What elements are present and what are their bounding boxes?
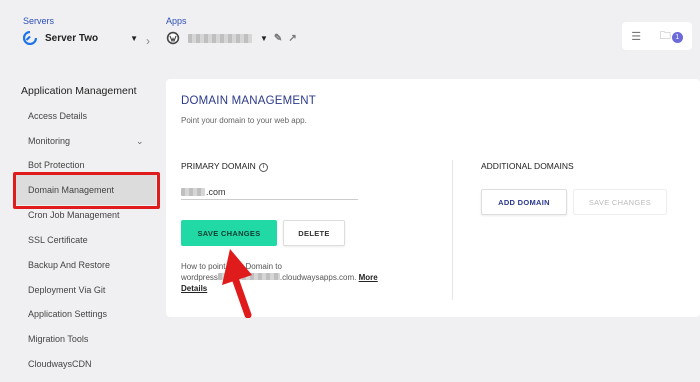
info-icon[interactable]: i	[258, 163, 268, 172]
sidebar-item-application-settings[interactable]: Application Settings	[28, 309, 107, 319]
server-selector[interactable]: Servers Server Two ▼	[23, 16, 138, 45]
sidebar-item-cloudwayscdn[interactable]: CloudwaysCDN	[28, 359, 92, 369]
add-domain-button[interactable]: ADD DOMAIN	[481, 189, 567, 215]
list-icon[interactable]: ☰	[631, 30, 641, 43]
folder-icon[interactable]: 🗀 1	[660, 27, 683, 46]
edit-icon[interactable]: ✎	[274, 33, 282, 44]
chevron-right-icon: ›	[146, 34, 150, 48]
sidebar-item-backup-and-restore[interactable]: Backup And Restore	[28, 260, 110, 270]
app-selector[interactable]: Apps ▼ ✎ ↗	[166, 16, 297, 45]
sidebar-item-deployment-via-git[interactable]: Deployment Via Git	[28, 285, 105, 295]
page-title: DOMAIN MANAGEMENT	[181, 95, 317, 107]
sidebar-item-cron-job-management[interactable]: Cron Job Management	[28, 210, 120, 220]
app-name-redacted	[188, 33, 252, 43]
annotation-highlight-box	[13, 172, 160, 209]
annotation-arrow-icon	[222, 249, 252, 318]
top-right-toolbar: ☰ 🗀 1	[622, 22, 692, 50]
caret-down-icon[interactable]: ▼	[130, 34, 138, 43]
servers-label: Servers	[23, 16, 55, 26]
domain-redacted	[181, 187, 205, 196]
page-subtitle: Point your domain to your web app.	[181, 116, 307, 125]
sidebar-item-bot-protection[interactable]: Bot Protection	[28, 160, 85, 170]
sidebar-item-monitoring[interactable]: Monitoring	[28, 136, 70, 146]
notification-badge: 1	[671, 31, 683, 43]
caret-down-icon[interactable]: ▼	[260, 34, 268, 43]
column-divider	[452, 160, 453, 300]
sidebar-item-ssl-certificate[interactable]: SSL Certificate	[28, 235, 88, 245]
save-changes-disabled-button: SAVE CHANGES	[573, 189, 667, 215]
server-logo-icon	[23, 31, 37, 45]
wordpress-icon	[166, 31, 180, 45]
domain-suffix: .com	[206, 186, 226, 197]
sidebar-item-migration-tools[interactable]: Migration Tools	[28, 334, 88, 344]
sidebar-item-access-details[interactable]: Access Details	[28, 111, 87, 121]
chevron-down-icon[interactable]: ⌄	[136, 136, 144, 147]
sidebar-heading: Application Management	[21, 85, 137, 97]
external-link-icon[interactable]: ↗	[288, 33, 296, 44]
primary-domain-label: PRIMARY DOMAIN i	[181, 161, 268, 172]
server-name: Server Two	[45, 32, 99, 44]
primary-domain-input[interactable]: .com	[181, 184, 358, 200]
apps-label: Apps	[166, 16, 187, 26]
delete-button[interactable]: DELETE	[283, 220, 345, 246]
additional-domains-label: ADDITIONAL DOMAINS	[481, 161, 574, 171]
